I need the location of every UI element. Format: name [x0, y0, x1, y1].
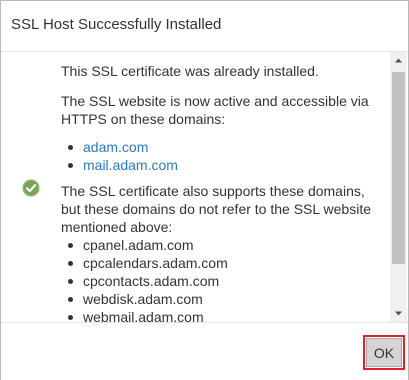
- other-intro-line2: but these domains do not refer to the SS…: [61, 201, 372, 217]
- dialog-title: SSL Host Successfully Installed: [11, 16, 222, 33]
- active-domain-link[interactable]: adam.com: [68, 138, 178, 156]
- active-domains-list: adam.com mail.adam.com: [68, 138, 178, 174]
- other-domain-item: cpanel.adam.com: [68, 236, 228, 254]
- other-domain-item: webdisk.adam.com: [68, 290, 228, 308]
- active-intro-line1: The SSL website is now active and access…: [61, 93, 369, 109]
- other-domains-intro: The SSL certificate also supports these …: [61, 182, 391, 236]
- active-domain-link[interactable]: mail.adam.com: [68, 156, 178, 174]
- dialog-footer: OK: [1, 322, 408, 380]
- scroll-up-arrow-icon[interactable]: [390, 52, 407, 69]
- dialog-title-bar: SSL Host Successfully Installed: [1, 1, 408, 52]
- other-domain-item: cpcontacts.adam.com: [68, 272, 228, 290]
- content-scrollbar[interactable]: [390, 52, 407, 322]
- check-circle-icon: [22, 179, 40, 197]
- other-domain-item: webmail.adam.com: [68, 308, 228, 322]
- dialog-content: This SSL certificate was already install…: [1, 52, 408, 322]
- scroll-down-arrow-icon[interactable]: [390, 305, 407, 322]
- active-domains-intro: The SSL website is now active and access…: [61, 92, 391, 128]
- ssl-install-dialog: SSL Host Successfully Installed This SSL…: [0, 0, 409, 380]
- ok-button[interactable]: OK: [366, 338, 402, 367]
- other-intro-line1: The SSL certificate also supports these …: [61, 183, 365, 199]
- active-intro-line2: HTTPS on these domains:: [61, 111, 226, 127]
- other-domain-item: cpcalendars.adam.com: [68, 255, 228, 271]
- other-intro-line3: mentioned above:: [61, 219, 173, 235]
- already-installed-text: This SSL certificate was already install…: [61, 63, 319, 79]
- scrollbar-thumb[interactable]: [392, 72, 405, 264]
- other-domains-list: cpanel.adam.com cpcalendars.adam.com cpc…: [68, 236, 228, 322]
